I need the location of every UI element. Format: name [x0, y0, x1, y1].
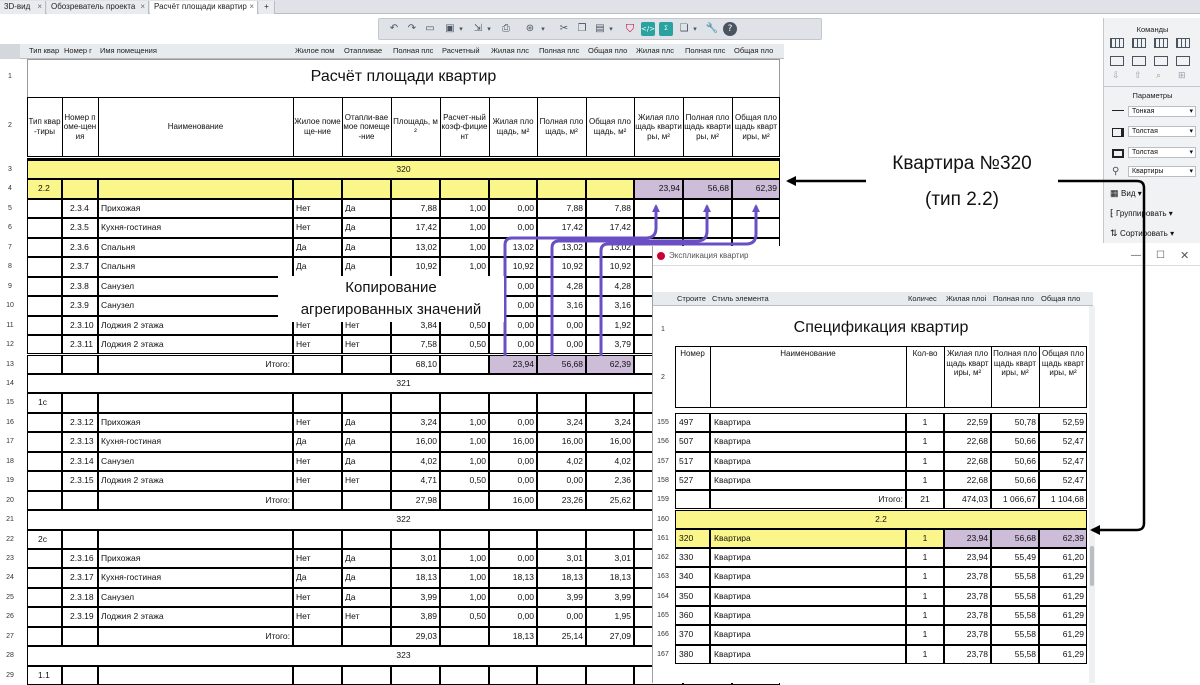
callout-arrows	[786, 176, 1146, 535]
callout-title: Квартира №320	[892, 153, 1032, 174]
callout-box: Квартира №320 (тип 2.2)	[866, 152, 1058, 216]
callout-subtitle: (тип 2.2)	[925, 189, 999, 210]
callout-arrow-right	[1058, 179, 1146, 535]
